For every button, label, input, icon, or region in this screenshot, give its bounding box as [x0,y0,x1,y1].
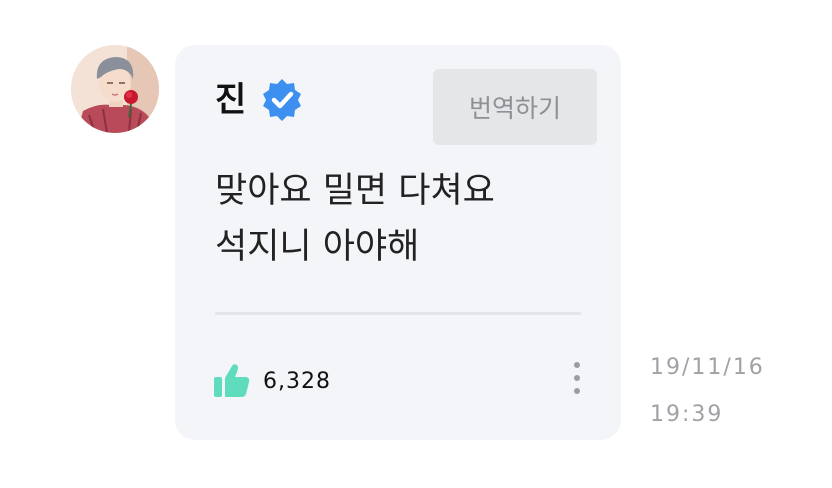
more-vertical-icon[interactable] [567,358,587,398]
divider [215,312,581,315]
message-card: 진 번역하기 맞아요 밀면 다쳐요 석지니 아야해 6,328 [175,45,621,440]
message-text: 맞아요 밀면 다쳐요 석지니 아야해 [215,163,595,275]
message-line: 맞아요 밀면 다쳐요 [215,171,495,211]
message-line: 석지니 아야해 [215,227,420,267]
like-button[interactable]: 6,328 [213,361,331,401]
author-row: 진 [215,75,304,125]
post-date: 19/11/16 [650,355,765,380]
author-name[interactable]: 진 [215,83,246,117]
verified-badge-icon [260,78,304,122]
like-count: 6,328 [263,368,331,394]
translate-button[interactable]: 번역하기 [433,69,597,145]
thumbs-up-icon [213,362,251,400]
post-time: 19:39 [650,402,724,427]
avatar[interactable] [71,45,159,133]
profile-photo [71,45,159,133]
